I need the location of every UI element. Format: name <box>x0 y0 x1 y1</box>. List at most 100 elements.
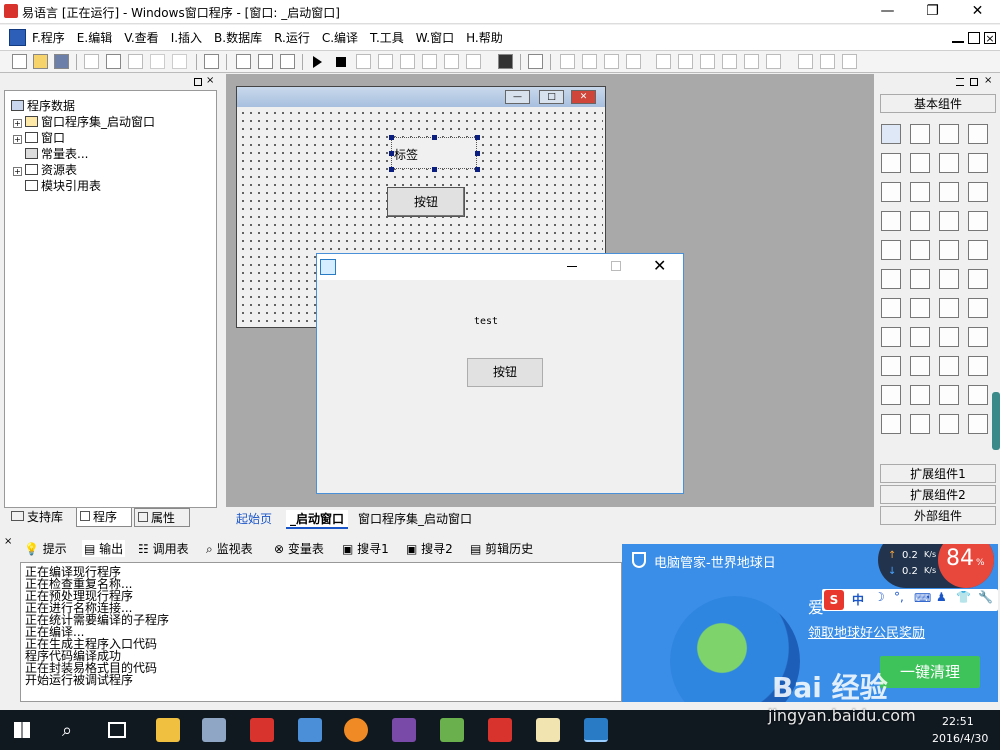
tab-search1[interactable]: ▣ 搜寻1 <box>342 540 389 557</box>
label-control[interactable]: 标签 <box>389 135 480 172</box>
notepad-icon[interactable] <box>440 718 464 742</box>
app-icon-2[interactable] <box>202 718 226 742</box>
list-component-icon[interactable] <box>939 182 959 202</box>
scroll-h-component-icon[interactable] <box>910 211 930 231</box>
selection-handle[interactable] <box>389 151 394 156</box>
running-window[interactable]: ✕ test 按钮 <box>316 253 684 494</box>
menu-edit[interactable]: E.编辑 <box>71 25 118 51</box>
tree-component-icon[interactable] <box>968 298 988 318</box>
expand-icon[interactable]: + <box>13 135 22 144</box>
mdi-close-icon[interactable]: × <box>984 32 996 44</box>
center-v-icon[interactable] <box>820 54 835 69</box>
mdi-minimize-icon[interactable] <box>952 33 964 43</box>
new-file-icon[interactable] <box>12 54 27 69</box>
selection-handle[interactable] <box>432 167 437 172</box>
align-right-icon[interactable] <box>604 54 619 69</box>
ip-component-icon[interactable] <box>881 298 901 318</box>
app-icon-4[interactable] <box>298 718 322 742</box>
tab-call-stack[interactable]: ☷ 调用表 <box>138 540 189 557</box>
scroll-indicator[interactable] <box>992 392 1000 450</box>
cut-icon[interactable] <box>84 54 99 69</box>
align-center-icon[interactable] <box>582 54 597 69</box>
pin-icon[interactable] <box>194 78 202 86</box>
find-icon[interactable] <box>204 54 219 69</box>
selection-handle[interactable] <box>389 167 394 172</box>
db-component-icon[interactable] <box>881 414 901 434</box>
date-picker-component-icon[interactable] <box>939 298 959 318</box>
stop-icon[interactable] <box>336 57 346 67</box>
selection-handle[interactable] <box>432 135 437 140</box>
tab-watch[interactable]: ⌕ 监视表 <box>206 540 253 557</box>
file-component-icon[interactable] <box>968 269 988 289</box>
run-button[interactable]: 按钮 <box>467 358 543 387</box>
selection-handle[interactable] <box>475 167 480 172</box>
save-icon[interactable] <box>54 54 69 69</box>
moon-icon[interactable]: ☽ <box>874 590 885 604</box>
output-panel[interactable]: 正在编译现行程序 正在检查重复名称... 正在预处理现行程序 正在进行名称连接... 正… <box>20 562 622 702</box>
step-icon[interactable] <box>356 54 371 69</box>
reward-link[interactable]: 领取地球好公民奖励 <box>808 622 925 641</box>
firefox-icon[interactable] <box>344 718 368 742</box>
run-to-icon[interactable] <box>444 54 459 69</box>
tree-item-modules[interactable]: 模块引用表 <box>25 177 101 194</box>
frame-component-icon[interactable] <box>968 153 988 173</box>
one-click-clean-button[interactable]: 一键清理 <box>880 656 980 688</box>
run-maximize-icon[interactable] <box>611 261 621 271</box>
shape-component-icon[interactable] <box>968 124 988 144</box>
expand-icon[interactable]: + <box>13 167 22 176</box>
selection-handle[interactable] <box>389 135 394 140</box>
selection-handle[interactable] <box>475 151 480 156</box>
tab-output[interactable]: ▤ 输出 <box>82 540 126 557</box>
panel-close-icon[interactable]: × <box>206 76 214 86</box>
network-component-icon[interactable] <box>968 327 988 347</box>
design-button[interactable]: 按钮 <box>387 187 465 217</box>
clock-date[interactable]: 2016/4/30 <box>932 732 988 745</box>
clock-component-icon[interactable] <box>910 327 930 347</box>
drag-component-icon[interactable] <box>881 240 901 260</box>
tree-item-window[interactable]: + 窗口 <box>13 129 65 146</box>
center-both-icon[interactable] <box>842 54 857 69</box>
pointer-component-icon[interactable] <box>881 124 901 144</box>
tab-program-set[interactable]: 窗口程序集_启动窗口 <box>358 510 472 527</box>
task-view-icon[interactable] <box>108 722 126 738</box>
file-box-component-icon[interactable] <box>939 356 959 376</box>
binoculars-icon[interactable] <box>498 54 513 69</box>
same-width-icon[interactable] <box>700 54 715 69</box>
output-close-icon[interactable]: × <box>4 536 12 547</box>
paint-icon[interactable] <box>536 718 560 742</box>
chart-component-icon[interactable] <box>910 414 930 434</box>
edit-component-icon[interactable] <box>881 153 901 173</box>
file-explorer-icon[interactable] <box>156 718 180 742</box>
extended-components-2-button[interactable]: 扩展组件2 <box>880 485 996 504</box>
menu-database[interactable]: B.数据库 <box>208 25 268 51</box>
basic-components-button[interactable]: 基本组件 <box>880 94 996 113</box>
dir-component-icon[interactable] <box>881 327 901 347</box>
radio-component-icon[interactable] <box>910 182 930 202</box>
layout3-icon[interactable] <box>280 54 295 69</box>
menu-insert[interactable]: I.插入 <box>165 25 208 51</box>
menu-help[interactable]: H.帮助 <box>460 25 509 51</box>
step-into-icon[interactable] <box>378 54 393 69</box>
tree-root[interactable]: 程序数据 <box>11 97 75 114</box>
app-icon-8[interactable] <box>488 718 512 742</box>
combo-component-icon[interactable] <box>968 182 988 202</box>
shirt-icon[interactable]: 👕 <box>956 590 971 604</box>
table-component-icon[interactable] <box>881 211 901 231</box>
list-box-component-icon[interactable] <box>910 356 930 376</box>
open-file-icon[interactable] <box>33 54 48 69</box>
search-icon[interactable]: ⌕ <box>62 720 72 741</box>
layout1-icon[interactable] <box>236 54 251 69</box>
progress-component-icon[interactable] <box>910 240 930 260</box>
undo-icon[interactable] <box>150 54 165 69</box>
wrench-icon[interactable]: 🔧 <box>978 590 993 604</box>
maximize-button[interactable]: ❐ <box>910 0 955 24</box>
menu-program[interactable]: F.程序 <box>26 25 71 51</box>
extended-components-1-button[interactable]: 扩展组件1 <box>880 464 996 483</box>
tree-item-constants[interactable]: 常量表... <box>25 145 88 162</box>
paste-icon[interactable] <box>128 54 143 69</box>
status-component-icon[interactable] <box>910 298 930 318</box>
winrar-icon[interactable] <box>392 718 416 742</box>
memory-usage-badge[interactable]: 84% <box>938 544 994 588</box>
align-middle-icon[interactable] <box>656 54 671 69</box>
tree-item-program-set[interactable]: + 窗口程序集_启动窗口 <box>13 113 155 130</box>
